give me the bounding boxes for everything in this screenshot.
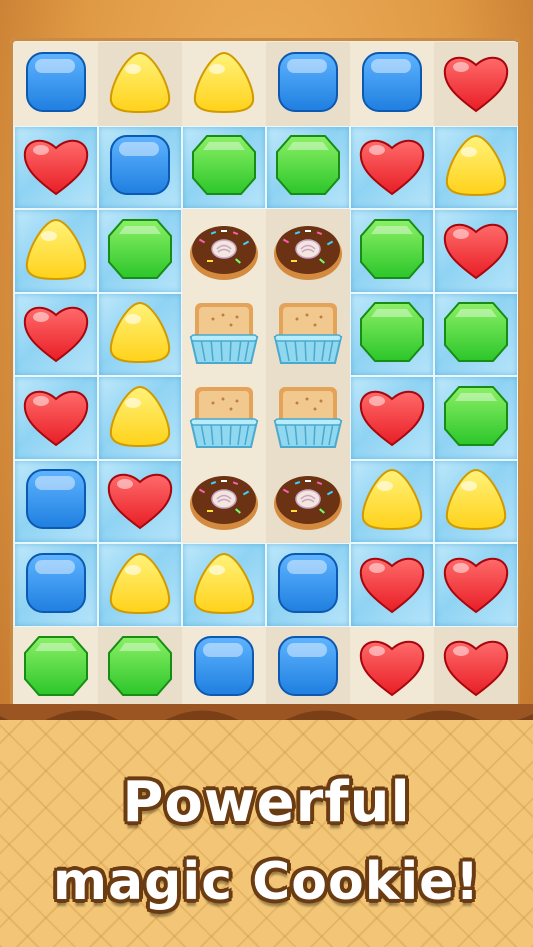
board-cell-r4-c5[interactable] [350,292,434,376]
board-cell-r5-c3[interactable] [182,376,266,460]
blue-cube-icon [187,631,261,705]
blue-cube-icon [271,47,345,121]
red-heart-icon [439,214,513,288]
board-cell-r4-c6[interactable] [434,292,518,376]
board-cell-r7-c3[interactable] [182,543,266,627]
board-cell-r6-c1[interactable] [14,459,98,543]
game-board [14,42,518,712]
cake-icon [271,381,345,455]
green-gem-icon [355,214,429,288]
green-gem-icon [271,130,345,204]
red-heart-icon [439,631,513,705]
board-cell-r2-c4[interactable] [266,125,350,209]
blue-cube-icon [19,47,93,121]
board-cell-r4-c1[interactable] [14,292,98,376]
green-gem-icon [19,631,93,705]
red-heart-icon [355,631,429,705]
yellow-drop-icon [439,130,513,204]
green-gem-icon [355,297,429,371]
yellow-drop-icon [187,548,261,622]
donut-icon [187,214,261,288]
blue-cube-icon [355,47,429,121]
red-heart-icon [355,130,429,204]
red-heart-icon [19,130,93,204]
board-cell-r4-c4[interactable] [266,292,350,376]
board-cell-r5-c6[interactable] [434,376,518,460]
donut-icon [271,464,345,538]
board-cell-r3-c3[interactable] [182,209,266,293]
red-heart-icon [439,548,513,622]
board-cell-r6-c2[interactable] [98,459,182,543]
cake-icon [271,297,345,371]
cake-icon [187,381,261,455]
donut-icon [187,464,261,538]
yellow-drop-icon [187,47,261,121]
blue-cube-icon [19,548,93,622]
red-heart-icon [103,464,177,538]
board-cell-r1-c1[interactable] [14,42,98,126]
board-cell-r2-c5[interactable] [350,125,434,209]
red-heart-icon [439,47,513,121]
board-cell-r4-c3[interactable] [182,292,266,376]
yellow-drop-icon [19,214,93,288]
donut-icon [271,214,345,288]
yellow-drop-icon [103,548,177,622]
board-cell-r7-c1[interactable] [14,543,98,627]
yellow-drop-icon [103,47,177,121]
board-cell-r2-c6[interactable] [434,125,518,209]
board-cell-r7-c6[interactable] [434,543,518,627]
blue-cube-icon [271,631,345,705]
cake-icon [187,297,261,371]
board-cell-r1-c3[interactable] [182,42,266,126]
board-cell-r3-c5[interactable] [350,209,434,293]
green-gem-icon [103,631,177,705]
board-cell-r7-c4[interactable] [266,543,350,627]
board-cell-r3-c2[interactable] [98,209,182,293]
board-cell-r1-c2[interactable] [98,42,182,126]
board-cell-r8-c5[interactable] [350,626,434,710]
board-cell-r7-c5[interactable] [350,543,434,627]
board-cell-r6-c6[interactable] [434,459,518,543]
board-cell-r6-c5[interactable] [350,459,434,543]
board-cell-r6-c4[interactable] [266,459,350,543]
board-cell-r8-c3[interactable] [182,626,266,710]
board-cell-r4-c2[interactable] [98,292,182,376]
green-gem-icon [187,130,261,204]
blue-cube-icon [19,464,93,538]
caption-line-1: Powerful [122,770,411,835]
board-cell-r2-c2[interactable] [98,125,182,209]
board-cell-r8-c1[interactable] [14,626,98,710]
board-cell-r5-c5[interactable] [350,376,434,460]
yellow-drop-icon [103,381,177,455]
yellow-drop-icon [103,297,177,371]
green-gem-icon [439,297,513,371]
board-cell-r2-c3[interactable] [182,125,266,209]
yellow-drop-icon [439,464,513,538]
yellow-drop-icon [355,464,429,538]
board-cell-r3-c1[interactable] [14,209,98,293]
board-cell-r1-c5[interactable] [350,42,434,126]
board-cell-r3-c6[interactable] [434,209,518,293]
green-gem-icon [103,214,177,288]
red-heart-icon [355,548,429,622]
board-cell-r5-c1[interactable] [14,376,98,460]
caption-line-2: magic Cookie! [52,852,481,912]
green-gem-icon [439,381,513,455]
board-cell-r5-c2[interactable] [98,376,182,460]
red-heart-icon [19,297,93,371]
board-cell-r1-c6[interactable] [434,42,518,126]
red-heart-icon [19,381,93,455]
board-cell-r6-c3[interactable] [182,459,266,543]
board-cell-r8-c2[interactable] [98,626,182,710]
board-cell-r8-c6[interactable] [434,626,518,710]
board-cell-r7-c2[interactable] [98,543,182,627]
blue-cube-icon [103,130,177,204]
board-cell-r5-c4[interactable] [266,376,350,460]
board-cell-r8-c4[interactable] [266,626,350,710]
board-cell-r1-c4[interactable] [266,42,350,126]
board-cell-r3-c4[interactable] [266,209,350,293]
red-heart-icon [355,381,429,455]
board-cell-r2-c1[interactable] [14,125,98,209]
blue-cube-icon [271,548,345,622]
